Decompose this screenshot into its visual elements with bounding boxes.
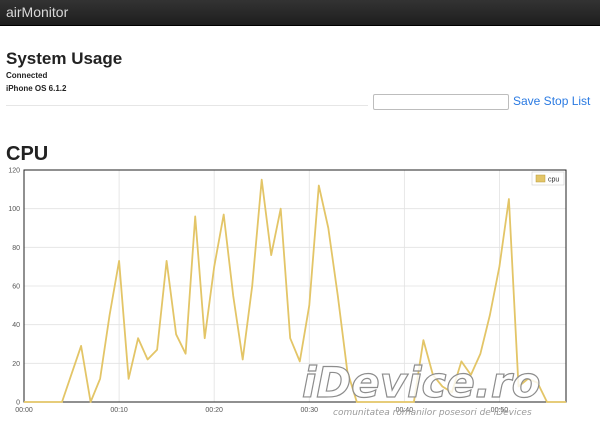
page-title: System Usage: [6, 49, 123, 68]
watermark-logo-text: iDevice.ro: [302, 358, 540, 407]
y-tick-label: 0: [16, 400, 20, 407]
header-divider: [6, 105, 368, 106]
idevice-watermark: iDevice.ro comunitatea romanilor posesor…: [301, 357, 541, 418]
save-stop-list-button[interactable]: Save Stop List: [513, 94, 590, 108]
app-brand[interactable]: airMonitor: [6, 4, 68, 20]
x-tick-label: 00:20: [205, 407, 223, 414]
legend-swatch-cpu: [535, 174, 546, 183]
y-tick-label: 20: [12, 361, 20, 368]
stop-list-input[interactable]: [373, 94, 509, 110]
os-version: iPhone OS 6.1.2: [6, 84, 67, 93]
cpu-chart: 020406080100120 00:00 00:10 00:20 00:30 00:4…: [8, 168, 567, 418]
y-tick-label: 100: [8, 206, 20, 213]
x-tick-label: 00:30: [300, 407, 318, 414]
top-navbar: airMonitor: [0, 0, 600, 26]
y-tick-label: 40: [12, 322, 20, 329]
connection-status: Connected: [6, 71, 48, 80]
x-tick-label: 00:00: [15, 407, 33, 414]
y-tick-label: 60: [12, 284, 20, 291]
legend-label-cpu: cpu: [548, 177, 559, 184]
chart-legend: cpu: [531, 171, 565, 186]
x-tick-label: 00:10: [110, 407, 128, 414]
watermark-tagline: comunitatea romanilor posesori de iDevic…: [333, 408, 532, 418]
y-tick-label: 80: [12, 245, 20, 252]
y-tick-label: 120: [8, 168, 20, 175]
